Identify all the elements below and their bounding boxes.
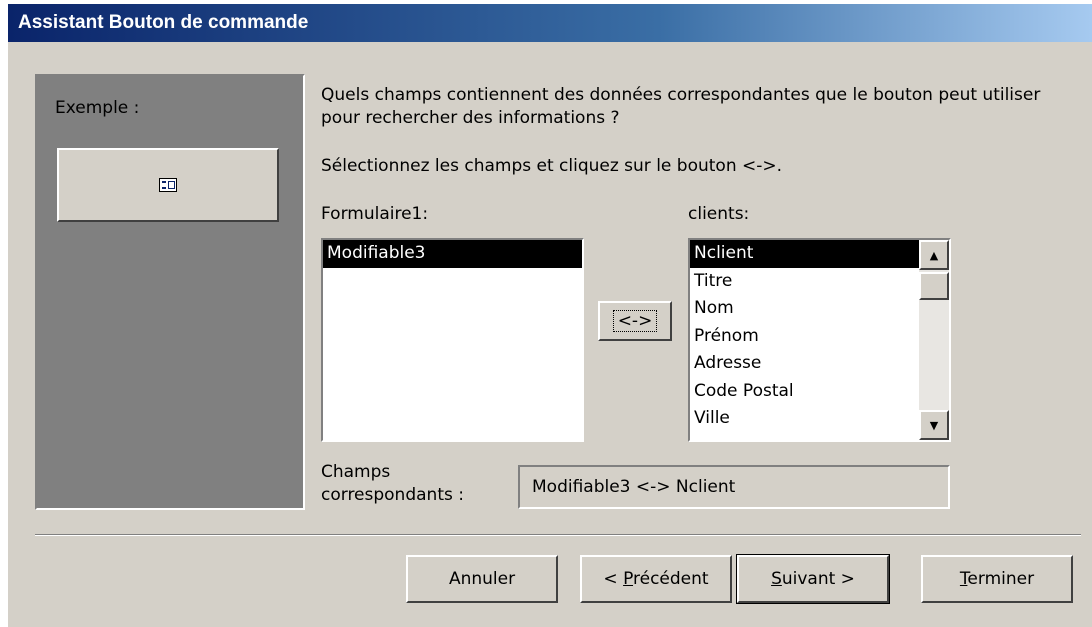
question-text: Quels champs contiennent des données cor…: [321, 85, 1041, 128]
scroll-down-arrow-icon[interactable]: ▼: [919, 410, 949, 440]
form-icon: [159, 178, 177, 192]
list-item[interactable]: Ville: [690, 405, 919, 433]
list-item[interactable]: Titre: [690, 268, 919, 296]
example-button: [57, 148, 279, 222]
scroll-thumb[interactable]: [919, 272, 949, 300]
list-item[interactable]: Adresse: [690, 350, 919, 378]
finish-button[interactable]: Terminer: [921, 555, 1073, 603]
right-field-list[interactable]: Nclient Titre Nom Prénom Adresse Code Po…: [688, 238, 951, 442]
matched-fields-value: Modifiable3 <-> Nclient: [518, 465, 950, 509]
example-panel: Exemple :: [35, 74, 305, 510]
list-item[interactable]: Prénom: [690, 323, 919, 351]
instruction-text: Sélectionnez les champs et cliquez sur l…: [321, 156, 783, 176]
title-bar[interactable]: Assistant Bouton de commande: [8, 4, 1092, 42]
list-item[interactable]: Nclient: [690, 240, 919, 268]
cancel-button-label: Annuler: [448, 569, 516, 589]
example-label: Exemple :: [55, 98, 140, 118]
vertical-scrollbar[interactable]: ▲ ▼: [919, 240, 949, 440]
next-button[interactable]: Suivant >: [736, 554, 890, 604]
list-item[interactable]: Nom: [690, 295, 919, 323]
left-list-label: Formulaire1:: [321, 204, 429, 224]
wizard-window: Assistant Bouton de commande Exemple : Q…: [8, 4, 1092, 627]
cancel-button[interactable]: Annuler: [406, 555, 558, 603]
back-button[interactable]: < Précédent: [580, 555, 732, 603]
swap-button-label: <->: [612, 310, 658, 332]
list-item[interactable]: Modifiable3: [323, 240, 582, 268]
back-button-label: < Précédent: [603, 569, 709, 589]
matched-fields-label: Champs correspondants :: [321, 462, 464, 505]
list-item[interactable]: Code Postal: [690, 378, 919, 406]
separator: [35, 534, 1081, 536]
swap-button[interactable]: <->: [598, 301, 672, 341]
scroll-up-arrow-icon[interactable]: ▲: [919, 240, 949, 270]
right-list-label: clients:: [688, 204, 750, 224]
finish-button-label: Terminer: [959, 569, 1035, 589]
next-button-label: Suivant >: [771, 569, 855, 589]
window-title: Assistant Bouton de commande: [18, 12, 309, 33]
left-field-list[interactable]: Modifiable3: [321, 238, 584, 442]
